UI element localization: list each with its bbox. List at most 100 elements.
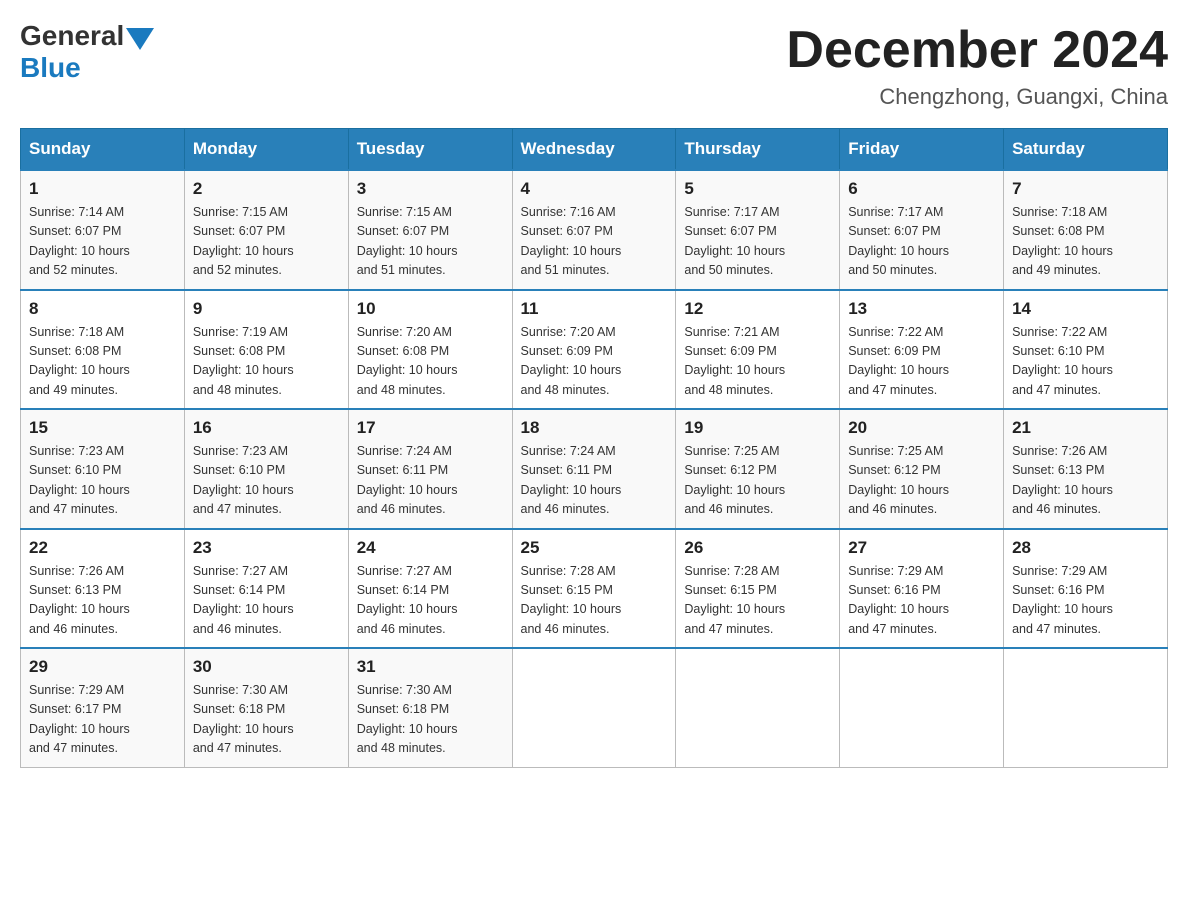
week-row-3: 15 Sunrise: 7:23 AMSunset: 6:10 PMDaylig… bbox=[21, 409, 1168, 529]
day-number: 10 bbox=[357, 299, 504, 319]
day-info: Sunrise: 7:22 AMSunset: 6:09 PMDaylight:… bbox=[848, 325, 949, 397]
location-title: Chengzhong, Guangxi, China bbox=[786, 84, 1168, 110]
day-cell: 24 Sunrise: 7:27 AMSunset: 6:14 PMDaylig… bbox=[348, 529, 512, 649]
calendar-table: SundayMondayTuesdayWednesdayThursdayFrid… bbox=[20, 128, 1168, 768]
day-cell: 10 Sunrise: 7:20 AMSunset: 6:08 PMDaylig… bbox=[348, 290, 512, 410]
day-number: 16 bbox=[193, 418, 340, 438]
day-number: 20 bbox=[848, 418, 995, 438]
day-cell: 25 Sunrise: 7:28 AMSunset: 6:15 PMDaylig… bbox=[512, 529, 676, 649]
day-info: Sunrise: 7:17 AMSunset: 6:07 PMDaylight:… bbox=[848, 205, 949, 277]
day-number: 28 bbox=[1012, 538, 1159, 558]
day-info: Sunrise: 7:14 AMSunset: 6:07 PMDaylight:… bbox=[29, 205, 130, 277]
day-cell: 1 Sunrise: 7:14 AMSunset: 6:07 PMDayligh… bbox=[21, 170, 185, 290]
header-cell-saturday: Saturday bbox=[1004, 129, 1168, 171]
day-number: 5 bbox=[684, 179, 831, 199]
header-cell-wednesday: Wednesday bbox=[512, 129, 676, 171]
title-area: December 2024 Chengzhong, Guangxi, China bbox=[786, 20, 1168, 110]
logo-triangle-icon bbox=[126, 28, 154, 50]
day-number: 17 bbox=[357, 418, 504, 438]
day-info: Sunrise: 7:29 AMSunset: 6:16 PMDaylight:… bbox=[848, 564, 949, 636]
day-cell: 15 Sunrise: 7:23 AMSunset: 6:10 PMDaylig… bbox=[21, 409, 185, 529]
day-number: 3 bbox=[357, 179, 504, 199]
day-number: 1 bbox=[29, 179, 176, 199]
day-cell: 8 Sunrise: 7:18 AMSunset: 6:08 PMDayligh… bbox=[21, 290, 185, 410]
day-info: Sunrise: 7:17 AMSunset: 6:07 PMDaylight:… bbox=[684, 205, 785, 277]
day-number: 11 bbox=[521, 299, 668, 319]
day-cell: 21 Sunrise: 7:26 AMSunset: 6:13 PMDaylig… bbox=[1004, 409, 1168, 529]
day-info: Sunrise: 7:23 AMSunset: 6:10 PMDaylight:… bbox=[193, 444, 294, 516]
day-number: 4 bbox=[521, 179, 668, 199]
day-info: Sunrise: 7:27 AMSunset: 6:14 PMDaylight:… bbox=[357, 564, 458, 636]
header-cell-sunday: Sunday bbox=[21, 129, 185, 171]
day-cell: 27 Sunrise: 7:29 AMSunset: 6:16 PMDaylig… bbox=[840, 529, 1004, 649]
week-row-2: 8 Sunrise: 7:18 AMSunset: 6:08 PMDayligh… bbox=[21, 290, 1168, 410]
day-number: 2 bbox=[193, 179, 340, 199]
day-info: Sunrise: 7:28 AMSunset: 6:15 PMDaylight:… bbox=[521, 564, 622, 636]
day-cell bbox=[840, 648, 1004, 767]
day-number: 18 bbox=[521, 418, 668, 438]
day-info: Sunrise: 7:18 AMSunset: 6:08 PMDaylight:… bbox=[1012, 205, 1113, 277]
day-number: 15 bbox=[29, 418, 176, 438]
day-number: 6 bbox=[848, 179, 995, 199]
logo-blue: Blue bbox=[20, 52, 154, 84]
day-number: 27 bbox=[848, 538, 995, 558]
day-info: Sunrise: 7:18 AMSunset: 6:08 PMDaylight:… bbox=[29, 325, 130, 397]
day-info: Sunrise: 7:15 AMSunset: 6:07 PMDaylight:… bbox=[357, 205, 458, 277]
logo: General Blue bbox=[20, 20, 154, 84]
day-number: 29 bbox=[29, 657, 176, 677]
day-info: Sunrise: 7:19 AMSunset: 6:08 PMDaylight:… bbox=[193, 325, 294, 397]
day-cell: 30 Sunrise: 7:30 AMSunset: 6:18 PMDaylig… bbox=[184, 648, 348, 767]
week-row-1: 1 Sunrise: 7:14 AMSunset: 6:07 PMDayligh… bbox=[21, 170, 1168, 290]
week-row-4: 22 Sunrise: 7:26 AMSunset: 6:13 PMDaylig… bbox=[21, 529, 1168, 649]
logo-general: General bbox=[20, 20, 124, 52]
day-cell bbox=[676, 648, 840, 767]
day-cell: 7 Sunrise: 7:18 AMSunset: 6:08 PMDayligh… bbox=[1004, 170, 1168, 290]
day-number: 21 bbox=[1012, 418, 1159, 438]
day-number: 25 bbox=[521, 538, 668, 558]
day-number: 30 bbox=[193, 657, 340, 677]
day-number: 13 bbox=[848, 299, 995, 319]
day-info: Sunrise: 7:29 AMSunset: 6:17 PMDaylight:… bbox=[29, 683, 130, 755]
day-cell: 17 Sunrise: 7:24 AMSunset: 6:11 PMDaylig… bbox=[348, 409, 512, 529]
day-info: Sunrise: 7:20 AMSunset: 6:09 PMDaylight:… bbox=[521, 325, 622, 397]
day-cell: 11 Sunrise: 7:20 AMSunset: 6:09 PMDaylig… bbox=[512, 290, 676, 410]
day-cell: 14 Sunrise: 7:22 AMSunset: 6:10 PMDaylig… bbox=[1004, 290, 1168, 410]
header-cell-thursday: Thursday bbox=[676, 129, 840, 171]
day-number: 26 bbox=[684, 538, 831, 558]
day-cell: 31 Sunrise: 7:30 AMSunset: 6:18 PMDaylig… bbox=[348, 648, 512, 767]
page-header: General Blue December 2024 Chengzhong, G… bbox=[20, 20, 1168, 110]
day-info: Sunrise: 7:27 AMSunset: 6:14 PMDaylight:… bbox=[193, 564, 294, 636]
day-cell: 6 Sunrise: 7:17 AMSunset: 6:07 PMDayligh… bbox=[840, 170, 1004, 290]
month-title: December 2024 bbox=[786, 20, 1168, 80]
day-info: Sunrise: 7:20 AMSunset: 6:08 PMDaylight:… bbox=[357, 325, 458, 397]
day-cell: 28 Sunrise: 7:29 AMSunset: 6:16 PMDaylig… bbox=[1004, 529, 1168, 649]
day-cell bbox=[1004, 648, 1168, 767]
day-cell: 18 Sunrise: 7:24 AMSunset: 6:11 PMDaylig… bbox=[512, 409, 676, 529]
day-cell: 29 Sunrise: 7:29 AMSunset: 6:17 PMDaylig… bbox=[21, 648, 185, 767]
day-number: 23 bbox=[193, 538, 340, 558]
day-cell: 22 Sunrise: 7:26 AMSunset: 6:13 PMDaylig… bbox=[21, 529, 185, 649]
day-number: 14 bbox=[1012, 299, 1159, 319]
day-info: Sunrise: 7:16 AMSunset: 6:07 PMDaylight:… bbox=[521, 205, 622, 277]
day-info: Sunrise: 7:24 AMSunset: 6:11 PMDaylight:… bbox=[357, 444, 458, 516]
day-number: 12 bbox=[684, 299, 831, 319]
day-number: 8 bbox=[29, 299, 176, 319]
day-cell bbox=[512, 648, 676, 767]
day-info: Sunrise: 7:29 AMSunset: 6:16 PMDaylight:… bbox=[1012, 564, 1113, 636]
day-info: Sunrise: 7:28 AMSunset: 6:15 PMDaylight:… bbox=[684, 564, 785, 636]
day-info: Sunrise: 7:21 AMSunset: 6:09 PMDaylight:… bbox=[684, 325, 785, 397]
header-cell-friday: Friday bbox=[840, 129, 1004, 171]
day-cell: 4 Sunrise: 7:16 AMSunset: 6:07 PMDayligh… bbox=[512, 170, 676, 290]
day-cell: 9 Sunrise: 7:19 AMSunset: 6:08 PMDayligh… bbox=[184, 290, 348, 410]
day-cell: 20 Sunrise: 7:25 AMSunset: 6:12 PMDaylig… bbox=[840, 409, 1004, 529]
day-number: 31 bbox=[357, 657, 504, 677]
day-number: 9 bbox=[193, 299, 340, 319]
day-info: Sunrise: 7:24 AMSunset: 6:11 PMDaylight:… bbox=[521, 444, 622, 516]
day-cell: 12 Sunrise: 7:21 AMSunset: 6:09 PMDaylig… bbox=[676, 290, 840, 410]
day-cell: 26 Sunrise: 7:28 AMSunset: 6:15 PMDaylig… bbox=[676, 529, 840, 649]
day-cell: 13 Sunrise: 7:22 AMSunset: 6:09 PMDaylig… bbox=[840, 290, 1004, 410]
day-cell: 19 Sunrise: 7:25 AMSunset: 6:12 PMDaylig… bbox=[676, 409, 840, 529]
day-info: Sunrise: 7:30 AMSunset: 6:18 PMDaylight:… bbox=[357, 683, 458, 755]
day-number: 24 bbox=[357, 538, 504, 558]
day-info: Sunrise: 7:26 AMSunset: 6:13 PMDaylight:… bbox=[1012, 444, 1113, 516]
